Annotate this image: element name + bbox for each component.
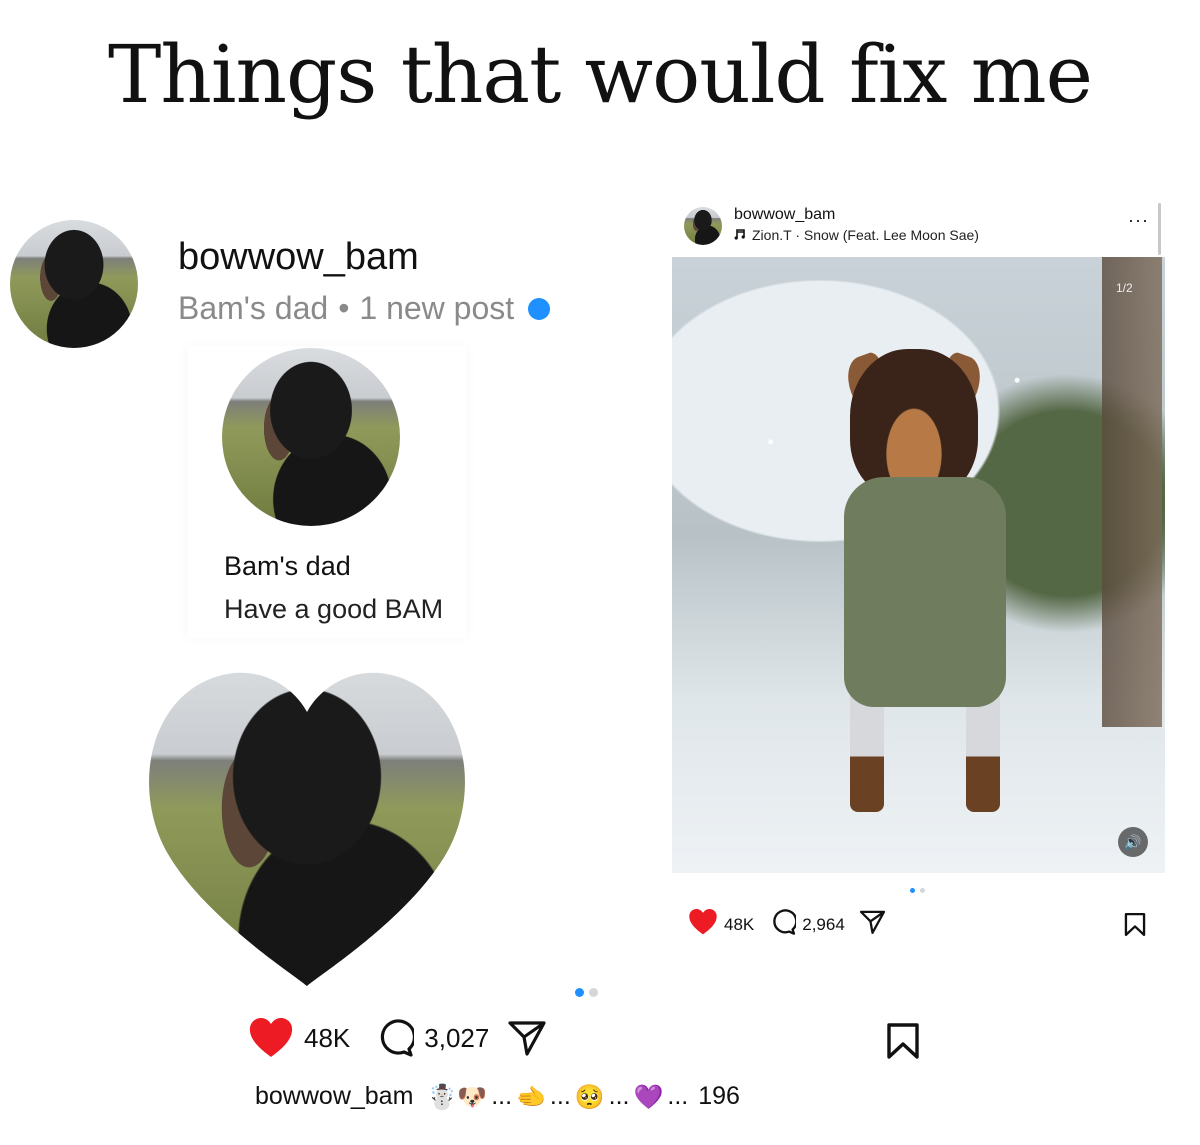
comment-count: 3,027 xyxy=(424,1022,490,1053)
right-post-music[interactable]: Zion.T · Snow (Feat. Lee Moon Sae) xyxy=(734,227,979,243)
caption-username[interactable]: bowwow_bam xyxy=(255,1082,413,1111)
profile-meta: Bam's dad • 1 new post xyxy=(178,290,551,327)
profile-username[interactable]: bowwow_bam xyxy=(178,236,419,279)
card-name: Bam's dad xyxy=(224,551,351,581)
more-icon[interactable]: ··· xyxy=(1128,210,1149,231)
share-icon[interactable] xyxy=(859,909,886,940)
music-label: Zion.T · Snow (Feat. Lee Moon Sae) xyxy=(752,227,979,243)
pager-dot xyxy=(920,888,925,893)
heart-icon[interactable] xyxy=(248,1018,294,1058)
sound-icon[interactable]: 🔊 xyxy=(1118,827,1148,857)
caption-ellipsis: ... xyxy=(667,1082,689,1110)
card-avatar xyxy=(222,348,400,526)
pager-dot-active xyxy=(910,888,915,893)
heart-photo xyxy=(146,664,468,986)
heart-icon[interactable] xyxy=(688,909,718,940)
new-post-text: 1 new post xyxy=(359,290,515,326)
new-post-indicator xyxy=(528,297,551,320)
carousel-pager xyxy=(575,988,598,997)
emoji-hand: 🫲 xyxy=(516,1082,546,1111)
pager-dot xyxy=(589,988,598,997)
caption-count: 196 xyxy=(698,1082,740,1110)
post-actions: 48K 3,027 xyxy=(248,1018,547,1058)
comment-icon[interactable] xyxy=(376,1019,415,1057)
right-carousel-pager xyxy=(910,888,925,893)
scrollbar[interactable] xyxy=(1158,203,1161,255)
emoji-pleading: 🥺 xyxy=(574,1082,605,1111)
meta-separator: • xyxy=(338,290,350,326)
profile-avatar[interactable] xyxy=(10,220,138,348)
right-post-actions: 48K 2,964 xyxy=(688,909,886,940)
caption-ellipsis: ... xyxy=(491,1082,513,1110)
tree-trunk xyxy=(1102,257,1162,727)
right-post-avatar[interactable] xyxy=(684,207,722,245)
music-note-icon xyxy=(734,227,746,243)
bookmark-icon[interactable] xyxy=(886,1022,920,1065)
like-count: 48K xyxy=(724,914,755,934)
emoji-purple-heart: 💜 xyxy=(633,1082,664,1111)
page-title: Things that would fix me xyxy=(108,28,1093,121)
profile-display-name: Bam's dad xyxy=(178,290,329,326)
card-status: Have a good BAM xyxy=(224,594,444,624)
share-icon[interactable] xyxy=(507,1019,547,1057)
right-post-username[interactable]: bowwow_bam xyxy=(734,206,835,224)
dog-photo: 1/2 🔊 xyxy=(672,257,1165,873)
like-count: 48K xyxy=(304,1022,351,1053)
comment-count: 2,964 xyxy=(802,914,845,934)
caption-ellipsis: ... xyxy=(549,1082,571,1110)
carousel-counter: 1/2 xyxy=(1116,281,1133,295)
pager-dot-active xyxy=(575,988,584,997)
post-caption: bowwow_bam ☃️🐶 ... 🫲 ... 🥺 ... 💜 ... 196 xyxy=(255,1082,740,1111)
dog-vest xyxy=(844,477,1006,707)
caption-ellipsis: ... xyxy=(608,1082,630,1110)
bookmark-icon[interactable] xyxy=(1124,912,1146,942)
comment-icon[interactable] xyxy=(770,909,798,940)
emoji-snowman-dog: ☃️🐶 xyxy=(427,1082,488,1111)
